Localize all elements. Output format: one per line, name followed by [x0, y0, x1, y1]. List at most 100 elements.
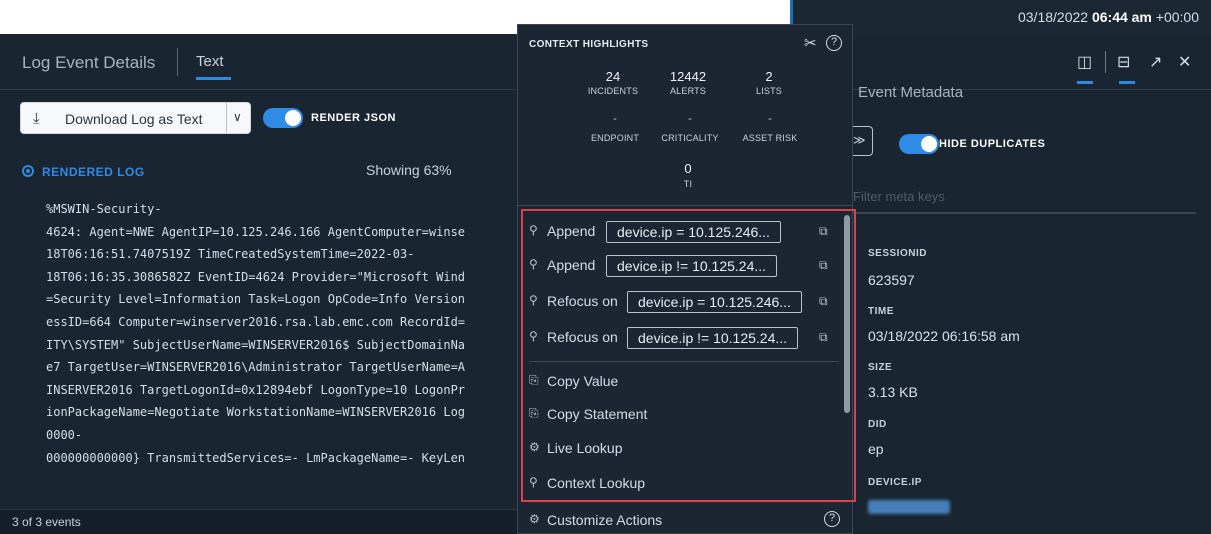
panel-title: Log Event Details [22, 53, 156, 72]
copy-value-action[interactable]: ⎘ Copy Value [529, 371, 829, 393]
live-lookup-label: Live Lookup [547, 440, 623, 456]
download-split-separator [226, 103, 227, 133]
showing-percent: Showing 63% [366, 162, 452, 178]
log-text: %MSWIN-Security- 4624: Agent=NWE AgentIP… [46, 198, 520, 518]
lists-count[interactable]: 2 [724, 69, 814, 84]
tab-text[interactable]: Text [196, 53, 224, 70]
action-verb: Append [547, 257, 596, 273]
actions-divider [529, 361, 839, 362]
log-line: 4624: Agent=NWE AgentIP=10.125.246.166 A… [46, 224, 466, 239]
help-icon[interactable]: ? [826, 35, 842, 51]
meta-value-time[interactable]: 03/18/2022 06:16:58 am [868, 328, 1020, 344]
log-line: 000000000000} TransmittedServices=- LmPa… [46, 450, 466, 465]
download-log-button[interactable]: ⤓ Download Log as Text ∨ [20, 102, 251, 134]
criticality-value: - [688, 113, 692, 125]
hide-duplicates-toggle[interactable] [899, 134, 939, 154]
meta-value-did[interactable]: ep [868, 441, 884, 457]
open-new-tab-icon[interactable]: ⧉ [819, 224, 828, 239]
meta-key-did: DID [868, 419, 887, 430]
filter-meta-keys [853, 182, 1196, 214]
split-panel-icon[interactable]: ⊟ [1117, 52, 1130, 72]
alerts-count[interactable]: 12442 [643, 69, 733, 84]
context-highlights-popup: CONTEXT HIGHLIGHTS ✂ ? 24 INCIDENTS 1244… [517, 24, 856, 534]
log-line: 0000- [46, 427, 83, 442]
double-chevron-icon: ≫ [853, 133, 866, 147]
render-json-toggle[interactable] [263, 108, 303, 128]
log-line: 18T06:16:35.3086582Z EventID=4624 Provid… [46, 269, 466, 284]
event-count: 3 of 3 events [12, 515, 81, 529]
log-line: INSERVER2016 TargetLogonId=0x12894ebf Lo… [46, 382, 466, 397]
log-line: ionPackageName=Negotiate WorkstationName… [46, 405, 466, 420]
search-icon: ⚲ [529, 223, 538, 237]
live-lookup-action[interactable]: ⚙ Live Lookup [529, 438, 829, 460]
open-new-tab-icon[interactable]: ⧉ [819, 258, 828, 273]
toggle-knob [921, 136, 937, 152]
log-line: essID=664 Computer=winserver2016.rsa.lab… [46, 314, 466, 329]
open-new-tab-icon[interactable]: ⧉ [819, 330, 828, 345]
icon-separator [1105, 51, 1106, 73]
hide-duplicates-label: HIDE DUPLICATES [939, 138, 1046, 150]
single-panel-underline [1077, 81, 1093, 84]
action-verb: Append [547, 223, 596, 239]
download-log-label: Download Log as Text [65, 111, 203, 127]
log-event-details-panel: Log Event Details Text ⤓ Download Log as… [0, 34, 520, 534]
append-equals-action[interactable]: ⚲ Append device.ip = 10.125.246... ⧉ [529, 221, 839, 243]
append-not-equals-action[interactable]: ⚲ Append device.ip != 10.125.24... ⧉ [529, 255, 839, 277]
copy-icon: ⎘ [529, 373, 539, 387]
actions-scrollbar[interactable] [844, 215, 850, 413]
timestamp: 03/18/2022 06:44 am +00:00 [1018, 9, 1199, 25]
render-json-label: RENDER JSON [311, 112, 396, 124]
criticality-label: CRITICALITY [661, 133, 719, 143]
toggle-knob [285, 110, 301, 126]
single-panel-icon[interactable]: ◫ [1077, 52, 1092, 72]
lists-label: LISTS [755, 86, 782, 96]
meta-key-sessionid: SESSIONID [868, 248, 927, 259]
split-panel-underline [1119, 81, 1135, 84]
chevron-down-icon[interactable]: ∨ [233, 110, 242, 124]
event-metadata-panel: ◫ ⊟ ↗ ✕ Event Metadata ≫ HIDE DUPLICATES… [853, 34, 1211, 534]
query-pill[interactable]: device.ip = 10.125.246... [606, 221, 781, 243]
context-lookup-action[interactable]: ⚲ Context Lookup [529, 473, 829, 495]
refocus-equals-action[interactable]: ⚲ Refocus on device.ip = 10.125.246... ⧉ [529, 291, 839, 313]
open-new-tab-icon[interactable]: ⧉ [819, 294, 828, 309]
timestamp-date: 03/18/2022 [1017, 9, 1089, 25]
tools-icon[interactable]: ✂ [804, 34, 817, 52]
timestamp-time: 06:44 am [1091, 9, 1152, 25]
ti-count[interactable]: 0 [643, 161, 733, 176]
asset-risk-label: ASSET RISK [742, 133, 798, 143]
query-pill[interactable]: device.ip = 10.125.246... [627, 291, 802, 313]
meta-key-device-ip: DEVICE.IP [868, 477, 922, 488]
log-line: 18T06:16:51.7407519Z TimeCreatedSystemTi… [46, 247, 415, 262]
customize-help-icon[interactable]: ? [824, 511, 840, 527]
event-count-footer: 3 of 3 events [0, 509, 520, 534]
meta-key-time: TIME [868, 306, 894, 317]
context-lookup-label: Context Lookup [547, 475, 646, 491]
copy-statement-action[interactable]: ⎘ Copy Statement [529, 404, 829, 426]
query-pill[interactable]: device.ip != 10.125.24... [627, 327, 799, 349]
collapse-meta-button[interactable]: ≫ [853, 126, 873, 156]
copy-value-label: Copy Value [547, 373, 619, 389]
download-icon: ⤓ [33, 110, 40, 127]
right-panel-header: ◫ ⊟ ↗ ✕ [853, 34, 1211, 90]
meta-value-size[interactable]: 3.13 KB [868, 384, 918, 400]
close-icon[interactable]: ✕ [1178, 52, 1191, 72]
query-pill[interactable]: device.ip != 10.125.24... [606, 255, 778, 277]
rendered-log-radio[interactable] [22, 165, 34, 177]
filter-meta-keys-input[interactable] [853, 182, 1183, 210]
expand-icon[interactable]: ↗ [1149, 52, 1162, 72]
copy-statement-label: Copy Statement [547, 406, 648, 422]
section-divider [518, 205, 852, 206]
meta-value-device-ip-redacted[interactable] [868, 500, 950, 514]
refocus-not-equals-action[interactable]: ⚲ Refocus on device.ip != 10.125.24... ⧉ [529, 327, 839, 349]
context-lookup-icon: ⚲ [529, 475, 538, 489]
copy-icon: ⎘ [529, 406, 539, 420]
alerts-label: ALERTS [669, 86, 707, 96]
tab-text-underline [196, 77, 231, 80]
ti-label: TI [683, 179, 693, 189]
timestamp-timezone: +00:00 [1155, 9, 1199, 25]
log-line: e7 TargetUser=WINSERVER2016\Administrato… [46, 360, 466, 375]
log-line: ITY\SYSTEM" SubjectUserName=WINSERVER201… [46, 337, 466, 352]
meta-value-sessionid[interactable]: 623597 [868, 272, 915, 288]
search-icon: ⚲ [529, 329, 538, 343]
rendered-log-label: RENDERED LOG [42, 165, 145, 179]
